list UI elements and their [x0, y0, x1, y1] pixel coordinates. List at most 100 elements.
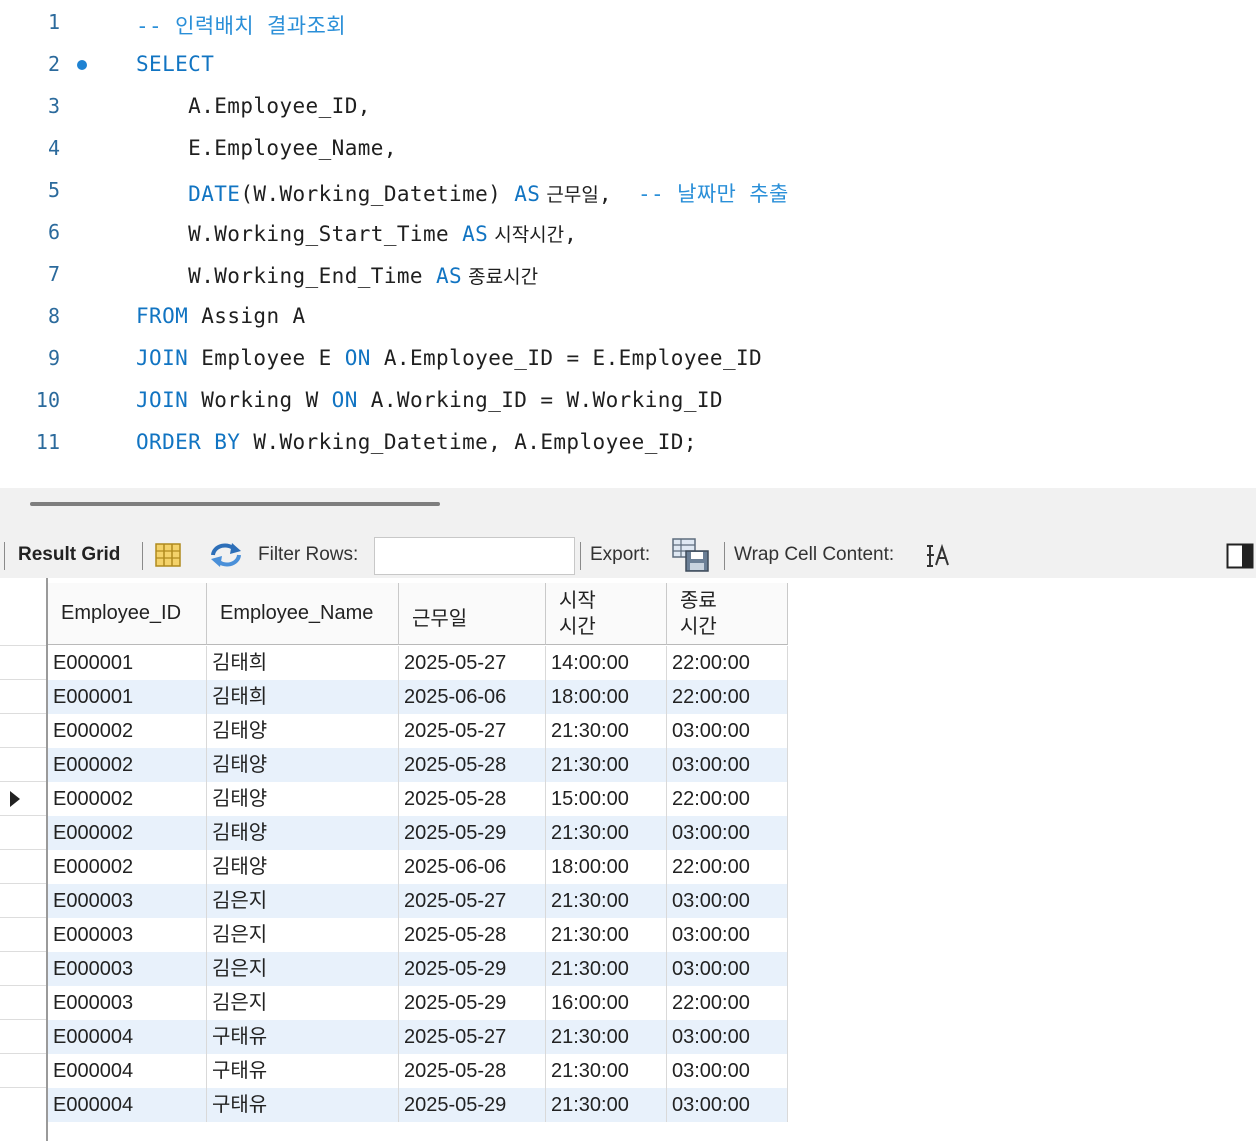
table-cell[interactable]: 03:00:00: [667, 748, 788, 782]
table-cell[interactable]: E000002: [48, 714, 207, 748]
table-row[interactable]: E000002 김태양 2025-05-28 15:00:00 22:00:00: [48, 782, 788, 816]
column-header[interactable]: 근무일: [399, 583, 546, 645]
panel-splitter[interactable]: [0, 488, 1256, 532]
code-line[interactable]: 7 W.Working_End_Time AS 종료시간: [0, 255, 1256, 297]
table-cell[interactable]: 2025-05-27: [399, 714, 546, 748]
table-cell[interactable]: E000004: [48, 1088, 207, 1122]
table-cell[interactable]: 21:30:00: [546, 952, 667, 986]
code-line[interactable]: 2 SELECT: [0, 45, 1256, 87]
column-header[interactable]: Employee_ID: [48, 583, 207, 645]
column-header[interactable]: Employee_Name: [207, 583, 399, 645]
table-cell[interactable]: 2025-05-29: [399, 1088, 546, 1122]
table-cell[interactable]: 구태유: [207, 1020, 399, 1054]
table-cell[interactable]: 22:00:00: [667, 782, 788, 816]
table-cell[interactable]: 김은지: [207, 986, 399, 1020]
table-cell[interactable]: E000003: [48, 952, 207, 986]
table-cell[interactable]: 14:00:00: [546, 646, 667, 680]
table-cell[interactable]: 2025-05-28: [399, 918, 546, 952]
table-cell[interactable]: 03:00:00: [667, 816, 788, 850]
table-row[interactable]: E000002 김태양 2025-05-29 21:30:00 03:00:00: [48, 816, 788, 850]
table-cell[interactable]: 2025-05-27: [399, 646, 546, 680]
table-cell[interactable]: E000003: [48, 884, 207, 918]
filter-rows-input[interactable]: [374, 537, 575, 575]
table-cell[interactable]: E000001: [48, 646, 207, 680]
table-row[interactable]: E000003 김은지 2025-05-29 16:00:00 22:00:00: [48, 986, 788, 1020]
table-cell[interactable]: 2025-05-29: [399, 952, 546, 986]
table-cell[interactable]: 21:30:00: [546, 918, 667, 952]
table-row[interactable]: E000001 김태희 2025-06-06 18:00:00 22:00:00: [48, 680, 788, 714]
table-cell[interactable]: 03:00:00: [667, 952, 788, 986]
table-cell[interactable]: 김태양: [207, 816, 399, 850]
table-cell[interactable]: 03:00:00: [667, 884, 788, 918]
table-cell[interactable]: 03:00:00: [667, 714, 788, 748]
code-line[interactable]: 11 ORDER BY W.Working_Datetime, A.Employe…: [0, 423, 1256, 465]
table-cell[interactable]: E000003: [48, 986, 207, 1020]
table-cell[interactable]: E000003: [48, 918, 207, 952]
table-row[interactable]: E000003 김은지 2025-05-28 21:30:00 03:00:00: [48, 918, 788, 952]
code-line[interactable]: 1 -- 인력배치 결과조회: [0, 3, 1256, 45]
table-cell[interactable]: 김태양: [207, 714, 399, 748]
table-cell[interactable]: E000002: [48, 850, 207, 884]
table-cell[interactable]: 18:00:00: [546, 680, 667, 714]
result-grid[interactable]: Employee_ID Employee_Name 근무일 시작 시간 종료 시간 E00…: [0, 578, 1256, 1141]
code-line[interactable]: 6 W.Working_Start_Time AS 시작시간,: [0, 213, 1256, 255]
column-header[interactable]: 종료 시간: [667, 583, 788, 645]
table-cell[interactable]: 2025-05-28: [399, 782, 546, 816]
table-cell[interactable]: E000004: [48, 1054, 207, 1088]
table-cell[interactable]: E000002: [48, 782, 207, 816]
table-cell[interactable]: 2025-06-06: [399, 680, 546, 714]
code-line[interactable]: 8 FROM Assign A: [0, 297, 1256, 339]
table-row[interactable]: E000004 구태유 2025-05-28 21:30:00 03:00:00: [48, 1054, 788, 1088]
export-icon[interactable]: [672, 538, 710, 572]
table-cell[interactable]: 구태유: [207, 1054, 399, 1088]
table-cell[interactable]: 김태희: [207, 646, 399, 680]
table-cell[interactable]: 김은지: [207, 952, 399, 986]
table-cell[interactable]: 21:30:00: [546, 748, 667, 782]
code-line[interactable]: 5 DATE(W.Working_Datetime) AS 근무일, -- 날짜…: [0, 171, 1256, 213]
table-cell[interactable]: 김은지: [207, 884, 399, 918]
table-row[interactable]: E000002 김태양 2025-05-27 21:30:00 03:00:00: [48, 714, 788, 748]
table-row[interactable]: E000003 김은지 2025-05-29 21:30:00 03:00:00: [48, 952, 788, 986]
code-line[interactable]: 3 A.Employee_ID,: [0, 87, 1256, 129]
table-cell[interactable]: 21:30:00: [546, 1088, 667, 1122]
table-cell[interactable]: 22:00:00: [667, 850, 788, 884]
table-cell[interactable]: 김태희: [207, 680, 399, 714]
table-row[interactable]: E000001 김태희 2025-05-27 14:00:00 22:00:00: [48, 646, 788, 680]
table-cell[interactable]: E000004: [48, 1020, 207, 1054]
splitter-handle[interactable]: [30, 502, 440, 506]
table-cell[interactable]: 2025-05-27: [399, 884, 546, 918]
table-row[interactable]: E000003 김은지 2025-05-27 21:30:00 03:00:00: [48, 884, 788, 918]
column-header[interactable]: 시작 시간: [546, 583, 667, 645]
table-cell[interactable]: 22:00:00: [667, 680, 788, 714]
table-cell[interactable]: 21:30:00: [546, 884, 667, 918]
table-row[interactable]: E000002 김태양 2025-06-06 18:00:00 22:00:00: [48, 850, 788, 884]
table-row[interactable]: E000004 구태유 2025-05-29 21:30:00 03:00:00: [48, 1088, 788, 1122]
table-cell[interactable]: 03:00:00: [667, 918, 788, 952]
table-cell[interactable]: 2025-05-28: [399, 748, 546, 782]
table-cell[interactable]: 22:00:00: [667, 986, 788, 1020]
table-cell[interactable]: 김태양: [207, 850, 399, 884]
code-line[interactable]: 9 JOIN Employee E ON A.Employee_ID = E.Em…: [0, 339, 1256, 381]
table-row[interactable]: E000004 구태유 2025-05-27 21:30:00 03:00:00: [48, 1020, 788, 1054]
table-cell[interactable]: 16:00:00: [546, 986, 667, 1020]
table-cell[interactable]: E000001: [48, 680, 207, 714]
table-cell[interactable]: E000002: [48, 816, 207, 850]
table-row[interactable]: E000002 김태양 2025-05-28 21:30:00 03:00:00: [48, 748, 788, 782]
table-cell[interactable]: 15:00:00: [546, 782, 667, 816]
table-cell[interactable]: 2025-05-29: [399, 816, 546, 850]
table-cell[interactable]: 2025-06-06: [399, 850, 546, 884]
table-cell[interactable]: 03:00:00: [667, 1054, 788, 1088]
table-cell[interactable]: 김은지: [207, 918, 399, 952]
table-cell[interactable]: 2025-05-27: [399, 1020, 546, 1054]
table-cell[interactable]: 03:00:00: [667, 1088, 788, 1122]
refresh-icon[interactable]: [208, 541, 244, 569]
table-cell[interactable]: 구태유: [207, 1088, 399, 1122]
wrap-text-icon[interactable]: [926, 544, 952, 568]
table-cell[interactable]: E000002: [48, 748, 207, 782]
result-grid-tab[interactable]: Result Grid: [18, 532, 120, 578]
table-cell[interactable]: 21:30:00: [546, 714, 667, 748]
code-line[interactable]: 10 JOIN Working W ON A.Working_ID = W.Wor…: [0, 381, 1256, 423]
table-cell[interactable]: 2025-05-28: [399, 1054, 546, 1088]
table-cell[interactable]: 2025-05-29: [399, 986, 546, 1020]
table-cell[interactable]: 22:00:00: [667, 646, 788, 680]
